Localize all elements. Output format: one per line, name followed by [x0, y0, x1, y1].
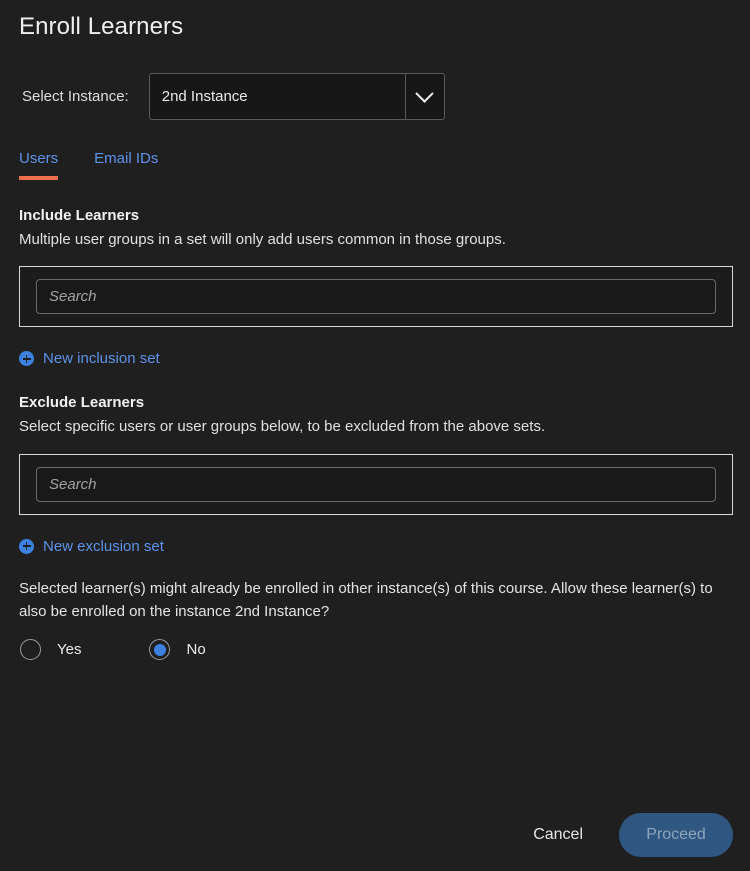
exclude-search-input[interactable]	[36, 466, 716, 502]
tab-users[interactable]: Users	[19, 150, 59, 180]
enroll-learners-dialog: Enroll Learners Select Instance: 2nd Ins…	[0, 0, 750, 871]
radio-option-yes[interactable]: Yes	[20, 639, 81, 660]
new-exclusion-set-button[interactable]: New exclusion set	[19, 538, 164, 555]
radio-no-control[interactable]	[149, 639, 171, 660]
new-inclusion-set-button[interactable]: New inclusion set	[19, 350, 160, 367]
exclude-search-container	[19, 453, 733, 515]
exclude-learners-description: Select specific users or user groups bel…	[19, 418, 546, 436]
dialog-footer: Cancel Proceed	[17, 813, 733, 871]
cancel-button[interactable]: Cancel	[519, 818, 597, 852]
radio-no-label: No	[186, 641, 206, 658]
chevron-down-icon[interactable]	[404, 74, 444, 119]
radio-option-no[interactable]: No	[149, 639, 206, 660]
exclude-learners-section: Exclude Learners Select specific users o…	[17, 367, 733, 555]
proceed-button[interactable]: Proceed	[619, 813, 733, 857]
new-inclusion-set-label: New inclusion set	[43, 350, 160, 368]
radio-yes-label: Yes	[57, 641, 82, 658]
new-exclusion-set-label: New exclusion set	[43, 537, 164, 555]
radio-yes-control[interactable]	[20, 639, 41, 660]
plus-circle-icon	[19, 538, 34, 554]
page-title: Enroll Learners	[19, 13, 184, 40]
allow-enrollment-radio-group: Yes No	[20, 639, 733, 660]
include-search-input[interactable]	[36, 279, 716, 315]
include-learners-section: Include Learners Multiple user groups in…	[17, 180, 733, 367]
select-instance-row: Select Instance: 2nd Instance	[17, 73, 733, 120]
tab-email-ids-label: Email IDs	[94, 150, 159, 167]
instance-dropdown-value: 2nd Instance	[161, 88, 248, 105]
include-search-container	[19, 266, 733, 328]
plus-circle-icon	[19, 351, 34, 367]
include-learners-title: Include Learners	[19, 207, 140, 224]
tab-users-label: Users	[19, 150, 59, 167]
enrollment-note: Selected learner(s) might already be enr…	[19, 579, 713, 620]
exclude-learners-title: Exclude Learners	[19, 394, 145, 412]
tab-email-ids[interactable]: Email IDs	[94, 150, 158, 180]
instance-dropdown[interactable]: 2nd Instance	[148, 73, 445, 120]
tab-bar: Users Email IDs	[19, 150, 733, 180]
include-learners-description: Multiple user groups in a set will only …	[19, 231, 506, 248]
select-instance-label: Select Instance:	[22, 88, 129, 105]
